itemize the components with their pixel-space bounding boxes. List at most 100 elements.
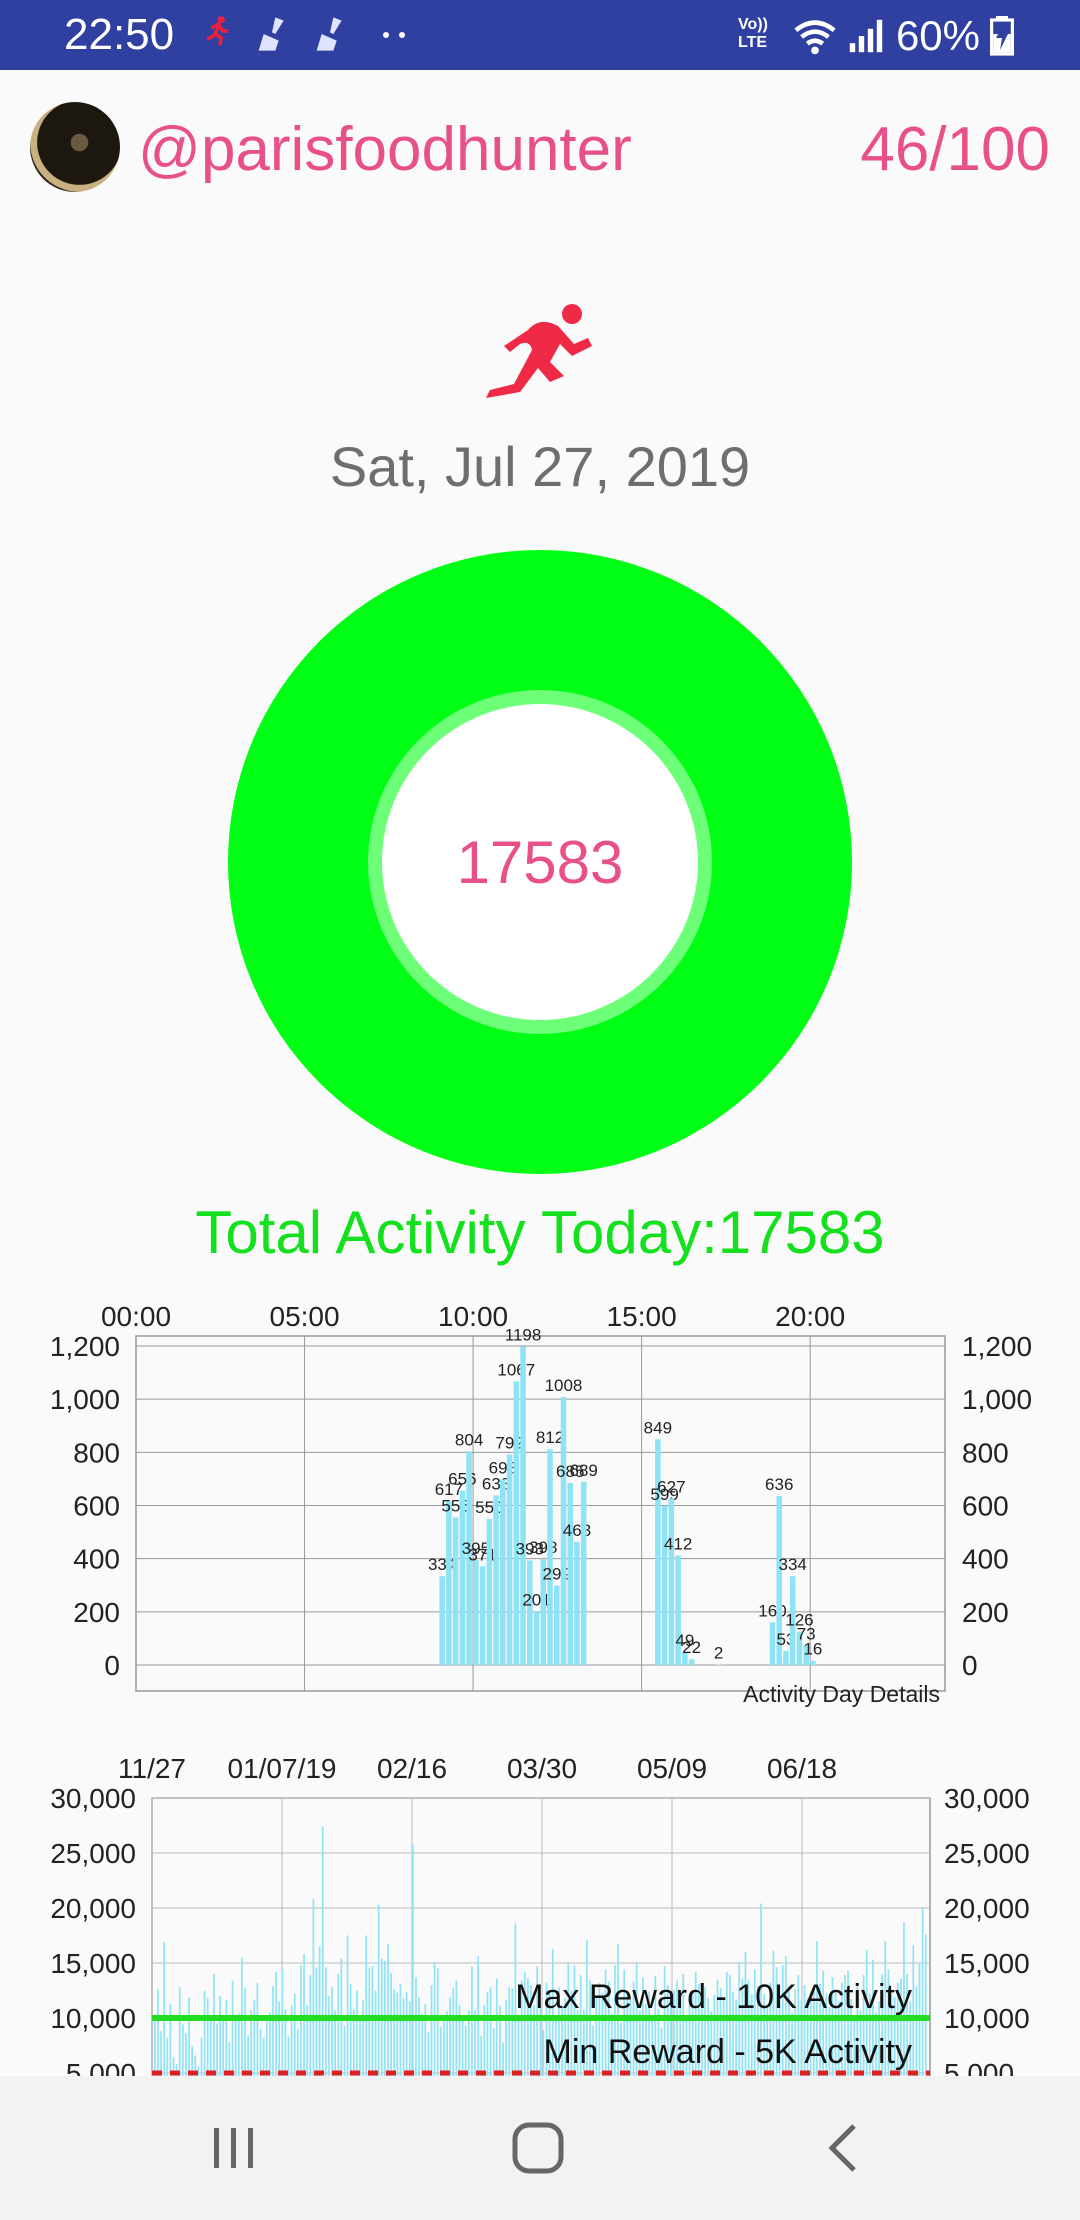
- activity-count: 17583: [382, 704, 698, 1020]
- history-bar: [427, 2032, 430, 2076]
- x-tick-label: 00:00: [101, 1301, 171, 1332]
- max-reward-label: Max Reward - 10K Activity: [515, 1978, 912, 2016]
- history-bar: [315, 1967, 318, 2076]
- history-bar: [912, 1945, 915, 2076]
- day-bar: [439, 1576, 445, 1665]
- y-tick-label-right: 1,200: [962, 1331, 1032, 1362]
- day-bar-label: 1198: [505, 1326, 542, 1345]
- y-tick-label-right: 20,000: [944, 1893, 1030, 1924]
- history-bar: [328, 1996, 330, 2076]
- history-bar: [921, 1908, 924, 2076]
- score: 46/100: [860, 115, 1050, 184]
- day-bar: [446, 1500, 452, 1665]
- history-bar: [390, 1972, 392, 2076]
- x-tick-label: 05:00: [270, 1301, 340, 1332]
- history-bar: [415, 1977, 417, 2076]
- history-bar: [452, 1988, 455, 2076]
- history-bar: [464, 2025, 467, 2076]
- day-bar-label: 792: [495, 1433, 523, 1452]
- day-bar-label: 463: [563, 1521, 591, 1540]
- history-bar: [511, 1988, 514, 2076]
- broom-icon: [316, 17, 342, 51]
- history-bar: [387, 1944, 389, 2076]
- day-bar-label: 371: [468, 1545, 496, 1564]
- history-bar: [349, 1983, 352, 2076]
- history-bar: [924, 1934, 927, 2076]
- history-bar: [356, 1990, 358, 2076]
- day-bar-label: 201: [522, 1591, 550, 1610]
- day-bar: [473, 1559, 479, 1665]
- history-bar: [188, 1997, 190, 2076]
- day-bar: [506, 1454, 513, 1665]
- day-bar-label: 16: [803, 1640, 822, 1659]
- y-tick-label-right: 1,000: [962, 1384, 1032, 1415]
- history-bar: [293, 1993, 296, 2076]
- username: @parisfoodhunter: [138, 115, 632, 184]
- history-bar: [393, 1989, 396, 2076]
- history-bar: [231, 1980, 234, 2076]
- history-bar: [337, 1974, 340, 2076]
- history-bar: [396, 1992, 399, 2076]
- history-bar: [408, 2001, 411, 2076]
- history-bar: [296, 2029, 299, 2076]
- navigation-bar: [0, 2076, 1080, 2220]
- history-bar: [505, 2000, 507, 2076]
- history-bar: [262, 2037, 265, 2076]
- day-bar: [520, 1346, 526, 1665]
- history-bar: [455, 1980, 458, 2076]
- day-bar-label: 334: [779, 1555, 807, 1574]
- recent-apps-button[interactable]: [206, 2120, 262, 2176]
- history-bar: [471, 1966, 473, 2076]
- history-bar: [374, 1990, 377, 2076]
- home-button[interactable]: [510, 2120, 566, 2176]
- history-bar: [443, 2016, 445, 2076]
- day-bar: [769, 1622, 776, 1665]
- history-bar: [160, 2031, 162, 2076]
- activity-date: Sat, Jul 27, 2019: [329, 435, 751, 498]
- history-bar: [269, 2012, 271, 2076]
- day-bar-label: 398: [529, 1538, 557, 1557]
- back-button[interactable]: [816, 2120, 872, 2176]
- day-bar-label: 804: [455, 1430, 483, 1449]
- min-reward-label: Min Reward - 5K Activity: [544, 2033, 912, 2071]
- x-tick-label: 11/27: [118, 1753, 186, 1784]
- day-bar: [567, 1482, 573, 1665]
- history-bar: [253, 2000, 256, 2076]
- y-tick-label-right: 200: [962, 1597, 1009, 1628]
- day-bar: [810, 1660, 816, 1665]
- avatar[interactable]: [30, 102, 120, 192]
- history-bar: [278, 2001, 281, 2076]
- history-bar: [365, 1935, 368, 2076]
- history-bar: [281, 1969, 284, 2076]
- history-bar: [185, 2033, 187, 2076]
- day-bar-label: 627: [657, 1477, 685, 1496]
- history-bar: [275, 1971, 277, 2076]
- day-bar-label: 698: [489, 1458, 517, 1477]
- history-bar: [216, 2023, 218, 2076]
- y-tick-label-left: 400: [73, 1544, 120, 1575]
- day-bar-label: 550: [475, 1498, 503, 1517]
- y-tick-label-left: 800: [73, 1437, 120, 1468]
- history-bar: [272, 1986, 274, 2076]
- history-bar: [461, 2018, 464, 2076]
- history-bar: [421, 2013, 424, 2076]
- day-bar-label: 412: [664, 1534, 692, 1553]
- history-bar: [486, 1991, 489, 2076]
- history-bar: [377, 1904, 380, 2076]
- day-bar: [547, 1449, 553, 1665]
- day-bar: [513, 1381, 520, 1665]
- day-bar-label: 689: [570, 1461, 598, 1480]
- history-bar: [368, 1967, 371, 2076]
- history-bar: [489, 1987, 492, 2076]
- history-bar: [154, 2020, 156, 2076]
- y-tick-label-left: 20,000: [50, 1893, 136, 1924]
- day-bar: [715, 1664, 722, 1665]
- history-bar: [424, 2003, 427, 2076]
- progress-ring-inner: 17583: [368, 690, 712, 1034]
- history-bar: [436, 1968, 439, 2076]
- y-tick-label-left: 1,000: [50, 1384, 120, 1415]
- day-bar: [479, 1566, 486, 1665]
- history-bar: [222, 2014, 225, 2076]
- history-bar: [225, 2000, 228, 2076]
- x-tick-label: 02/16: [377, 1753, 447, 1784]
